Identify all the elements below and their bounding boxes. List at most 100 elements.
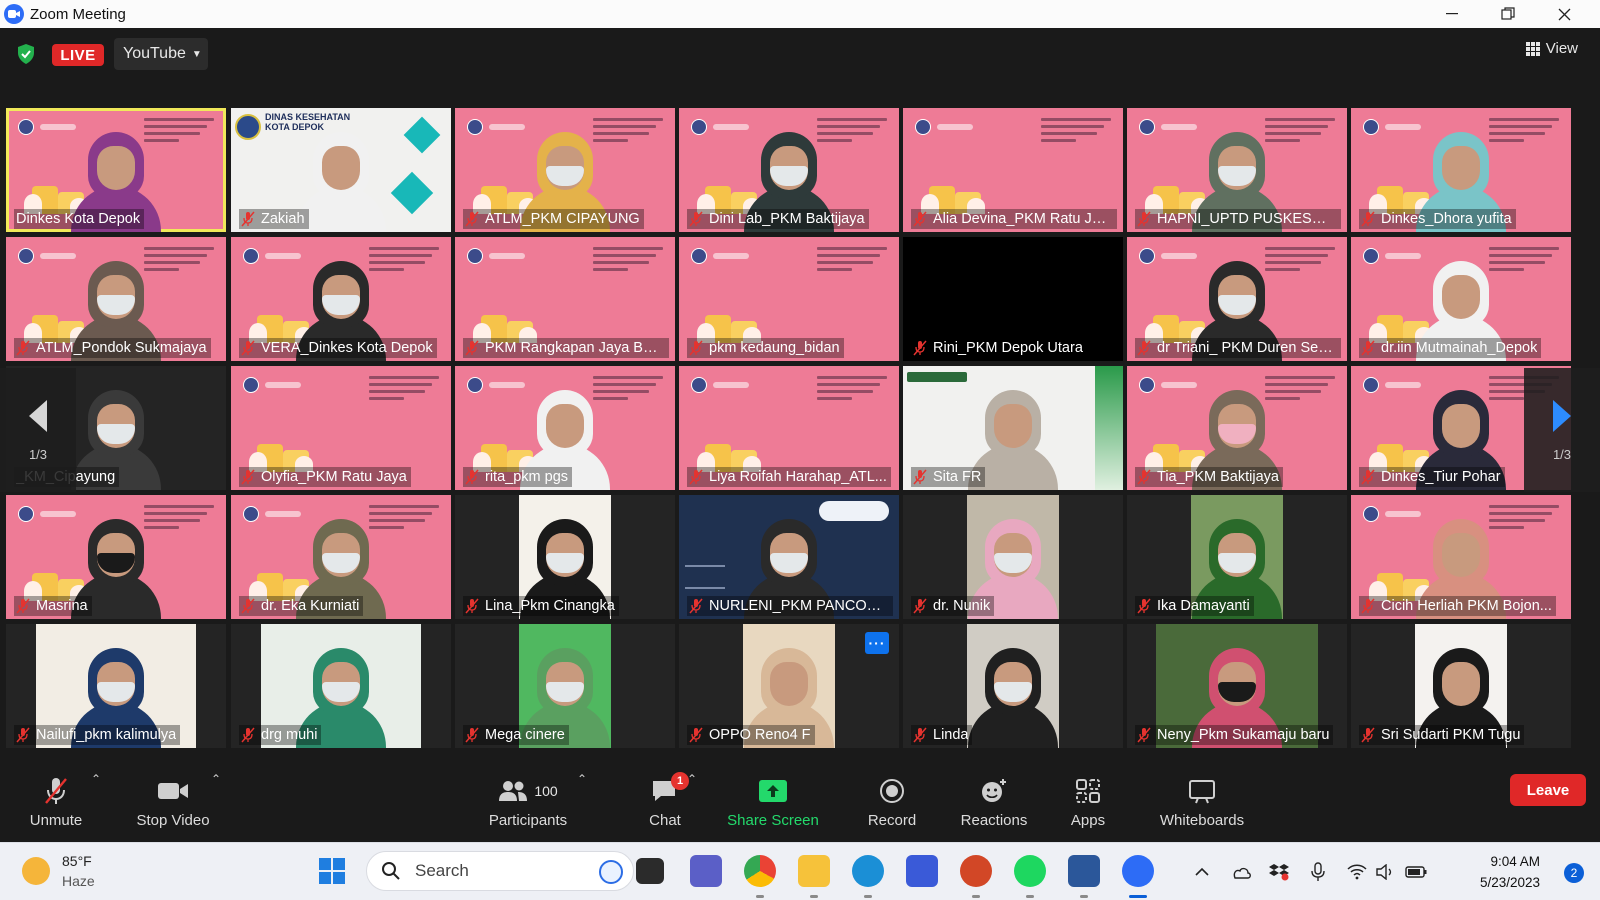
participant-tile[interactable]: ATLM_PKM CIPAYUNG (455, 108, 675, 232)
participants-options-chevron-icon[interactable]: ⌃ (577, 772, 587, 786)
participant-tile[interactable]: Tia_PKM Baktijaya (1127, 366, 1347, 490)
zoom-logo-icon (4, 4, 24, 24)
weather-widget[interactable]: 85°F Haze (22, 851, 95, 891)
notification-count-badge[interactable]: 2 (1564, 863, 1584, 883)
view-button[interactable]: View (1525, 40, 1578, 57)
view-label: View (1545, 40, 1578, 57)
participant-name: dr. Eka Kurniati (261, 598, 360, 614)
bing-icon[interactable] (599, 860, 623, 884)
participant-tile[interactable]: Dini Lab_PKM Baktijaya (679, 108, 899, 232)
participant-tile[interactable]: Lina_Pkm Cinangka (455, 495, 675, 619)
wifi-icon[interactable] (1344, 843, 1370, 900)
battery-icon[interactable] (1402, 843, 1430, 900)
file-explorer-icon[interactable] (798, 855, 830, 887)
participants-button[interactable]: 100 Participants (476, 762, 580, 842)
participant-tile[interactable]: Sita FR (903, 366, 1123, 490)
participant-tile[interactable]: pkm kedaung_bidan (679, 237, 899, 361)
participant-tile[interactable]: Ika Damayanti (1127, 495, 1347, 619)
more-options-button[interactable]: ··· (865, 632, 889, 654)
participant-tile[interactable]: rita_pkm pgs (455, 366, 675, 490)
participant-tile[interactable]: Masrina (6, 495, 226, 619)
teams-chat-icon[interactable] (690, 855, 722, 887)
muted-mic-icon (1361, 340, 1375, 356)
apps-button[interactable]: Apps (1060, 762, 1116, 842)
stop-video-label: Stop Video (136, 811, 210, 829)
stop-video-button[interactable]: Stop Video (128, 762, 218, 842)
restore-button[interactable] (1480, 0, 1536, 28)
windows-start-icon[interactable] (316, 855, 348, 887)
show-hidden-icons-chevron[interactable] (1190, 843, 1214, 900)
participant-tile[interactable]: dr. Eka Kurniati (231, 495, 451, 619)
onedrive-cloud-icon[interactable] (1228, 843, 1254, 900)
minimize-button[interactable] (1424, 0, 1480, 28)
muted-mic-icon (689, 340, 703, 356)
participant-tile[interactable]: ATLM_Pondok Sukmajaya (6, 237, 226, 361)
encryption-shield-icon[interactable] (16, 43, 36, 65)
participant-name: Alia Devina_PKM Ratu Jaya (933, 211, 1113, 227)
video-options-chevron-icon[interactable]: ⌃ (211, 772, 221, 786)
participant-tile[interactable]: Liya Roifah Harahap_ATL... (679, 366, 899, 490)
participant-tile[interactable]: Neny_Pkm Sukamaju baru (1127, 624, 1347, 748)
stream-target-dropdown[interactable]: YouTube ▼ (114, 38, 208, 70)
participant-tile[interactable]: drg muhi (231, 624, 451, 748)
participant-tile[interactable]: VERA_Dinkes Kota Depok (231, 237, 451, 361)
chat-options-chevron-icon[interactable]: ⌃ (687, 772, 697, 786)
participant-tile[interactable]: Dinkes Kota Depok (6, 108, 226, 232)
edge-icon[interactable] (852, 855, 884, 887)
participant-tile[interactable]: ··· OPPO Reno4 F (679, 624, 899, 748)
next-page-button[interactable]: 1/3 (1524, 368, 1600, 492)
participant-tile[interactable]: Cicih Herliah PKM Bojon... (1351, 495, 1571, 619)
designer-app-icon[interactable] (906, 855, 938, 887)
participant-name: ATLM_Pondok Sukmajaya (36, 340, 207, 356)
participant-tile[interactable]: Olyfia_PKM Ratu Jaya (231, 366, 451, 490)
taskbar-search-box[interactable]: Search (366, 851, 634, 891)
unmute-button[interactable]: Unmute (20, 762, 92, 842)
participant-tile[interactable]: Mega cinere (455, 624, 675, 748)
participant-tile[interactable]: PKM Rangkapan Jaya Bar... (455, 237, 675, 361)
participant-name-label: dr.iin Mutmainah_Depok (1359, 338, 1542, 358)
zoom-app-icon[interactable] (1122, 855, 1154, 887)
participant-tile[interactable]: Linda (903, 624, 1123, 748)
taskbar-clock[interactable]: 9:04 AM 5/23/2023 (1480, 851, 1540, 893)
microphone-tray-icon[interactable] (1306, 843, 1330, 900)
leave-button[interactable]: Leave (1510, 774, 1586, 806)
participant-tile[interactable]: Rini_PKM Depok Utara (903, 237, 1123, 361)
close-window-button[interactable] (1536, 0, 1592, 28)
participant-tile[interactable]: Nailufi_pkm kalimulya (6, 624, 226, 748)
participant-name-label: Lina_Pkm Cinangka (463, 596, 619, 616)
previous-page-button[interactable]: 1/3 (0, 368, 76, 492)
unmute-label: Unmute (29, 811, 83, 829)
decorative-diamond (403, 116, 441, 154)
whiteboards-button[interactable]: Whiteboards (1150, 762, 1254, 842)
share-screen-button[interactable]: Share Screen (722, 762, 824, 842)
participant-tile[interactable]: Alia Devina_PKM Ratu Jaya (903, 108, 1123, 232)
participant-tile[interactable]: Dinkes_Dhora yufita (1351, 108, 1571, 232)
left-arrow-icon (29, 399, 47, 432)
participant-name-label: HAPNI_UPTD PUSKESMA... (1135, 209, 1341, 229)
participant-name: VERA_Dinkes Kota Depok (261, 340, 433, 356)
audio-options-chevron-icon[interactable]: ⌃ (91, 772, 101, 786)
spotify-icon[interactable] (1014, 855, 1046, 887)
muted-mic-icon (465, 598, 479, 614)
word-icon[interactable] (1068, 855, 1100, 887)
slide-logo (1363, 248, 1423, 264)
participant-tile[interactable]: dr Triani_ PKM Duren Seri... (1127, 237, 1347, 361)
participant-tile[interactable]: DINAS KESEHATAN KOTA DEPOK Zakiah (231, 108, 451, 232)
participant-tile[interactable]: NURLENI_PKM PANCORA... (679, 495, 899, 619)
reactions-button[interactable]: Reactions (952, 762, 1036, 842)
participant-name: Zakiah (261, 211, 305, 227)
powerpoint-icon[interactable] (960, 855, 992, 887)
task-view-icon[interactable] (636, 858, 664, 884)
participant-tile[interactable]: HAPNI_UPTD PUSKESMA... (1127, 108, 1347, 232)
participant-tile[interactable]: dr. Nunik (903, 495, 1123, 619)
dropbox-icon[interactable] (1266, 843, 1292, 900)
search-placeholder: Search (415, 861, 469, 880)
volume-icon[interactable] (1372, 843, 1398, 900)
chrome-icon[interactable] (744, 855, 776, 887)
participant-tile[interactable]: Sri Sudarti PKM Tugu (1351, 624, 1571, 748)
participant-name-label: NURLENI_PKM PANCORA... (687, 596, 893, 616)
slide-heading-text (817, 376, 887, 406)
participant-tile[interactable]: dr.iin Mutmainah_Depok (1351, 237, 1571, 361)
record-button[interactable]: Record (856, 762, 928, 842)
slide-logo (691, 119, 751, 135)
